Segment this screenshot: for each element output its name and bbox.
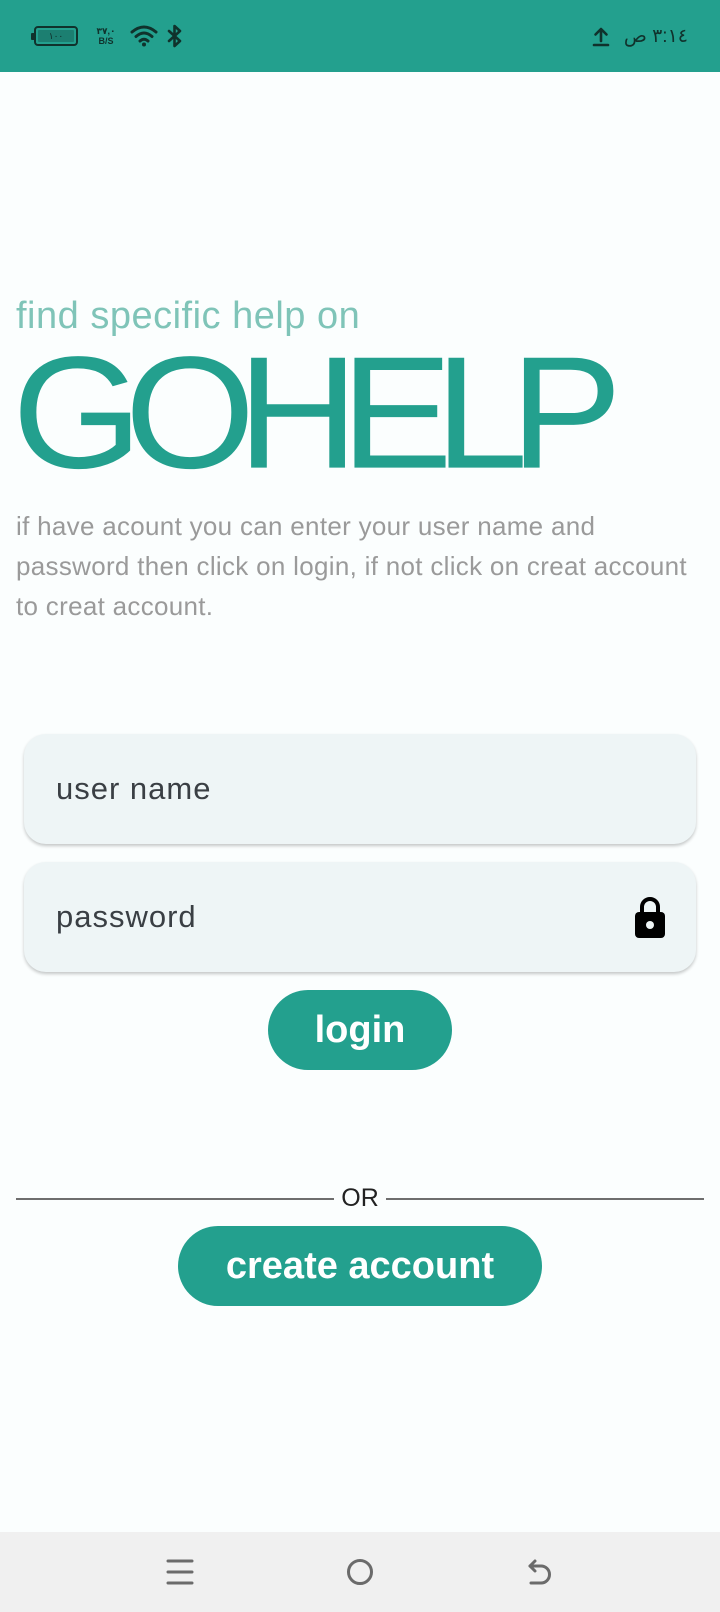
- password-field[interactable]: [24, 862, 696, 972]
- menu-icon: [166, 1559, 194, 1585]
- wifi-icon: [130, 25, 158, 47]
- username-input[interactable]: [56, 734, 616, 844]
- menu-button[interactable]: [160, 1552, 200, 1592]
- battery-icon: ١٠٠: [31, 26, 78, 46]
- status-bar-right: ٣:١٤ ص: [592, 20, 688, 52]
- network-speed-unit: B/S: [98, 36, 114, 46]
- navigation-bar: [0, 1532, 720, 1612]
- username-field[interactable]: [24, 734, 696, 844]
- battery-level: ١٠٠: [38, 30, 74, 42]
- login-button[interactable]: login: [268, 990, 452, 1070]
- status-bar: ١٠٠ ٣٧,٠ B/S ٣:١٤ ص: [0, 0, 720, 72]
- bluetooth-icon: [167, 24, 182, 48]
- back-button[interactable]: [520, 1552, 560, 1592]
- password-input[interactable]: [56, 862, 616, 972]
- home-button[interactable]: [340, 1552, 380, 1592]
- clock: ٣:١٤ ص: [623, 25, 688, 47]
- back-icon: [528, 1559, 551, 1585]
- app-logo: GOHELP: [12, 323, 622, 502]
- status-bar-left: ١٠٠ ٣٧,٠ B/S: [31, 20, 184, 52]
- home-icon: [347, 1559, 373, 1585]
- network-speed: ٣٧,٠ B/S: [92, 26, 120, 46]
- or-label: OR: [341, 1184, 379, 1212]
- upload-icon: [592, 27, 610, 47]
- network-speed-value: ٣٧,٠: [96, 26, 116, 36]
- divider-line-left: [16, 1198, 334, 1200]
- lock-icon[interactable]: [634, 896, 666, 938]
- or-divider: OR: [16, 1182, 704, 1214]
- create-account-button[interactable]: create account: [178, 1226, 542, 1306]
- divider-line-right: [386, 1198, 704, 1200]
- instructions-text: if have acount you can enter your user n…: [16, 511, 687, 621]
